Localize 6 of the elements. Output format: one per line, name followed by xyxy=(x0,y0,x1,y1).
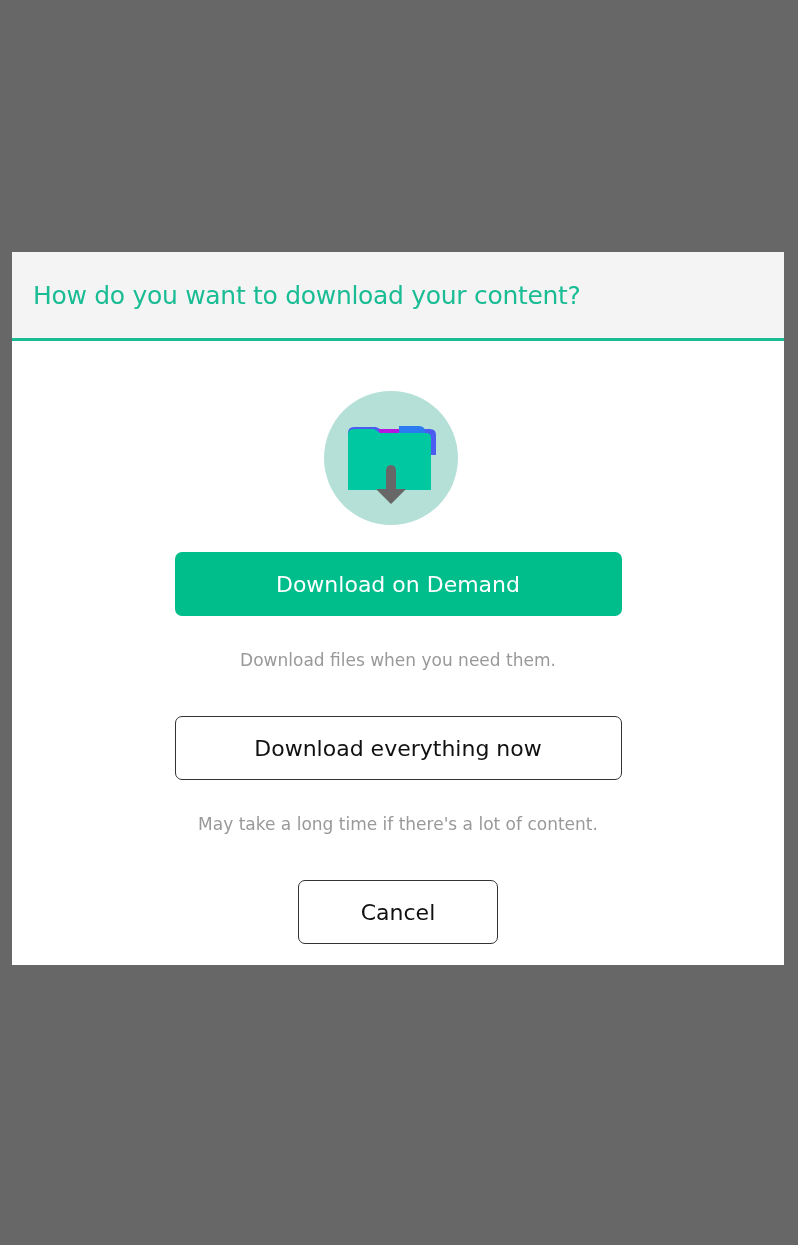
cancel-button[interactable]: Cancel xyxy=(298,880,498,944)
option-description: May take a long time if there's a lot of content. xyxy=(198,814,598,834)
dialog-title: How do you want to download your content? xyxy=(33,280,581,310)
option-button[interactable]: Download everything now xyxy=(174,716,622,780)
option-description: Download files when you need them. xyxy=(240,650,556,670)
folder-download-icon xyxy=(324,391,458,525)
